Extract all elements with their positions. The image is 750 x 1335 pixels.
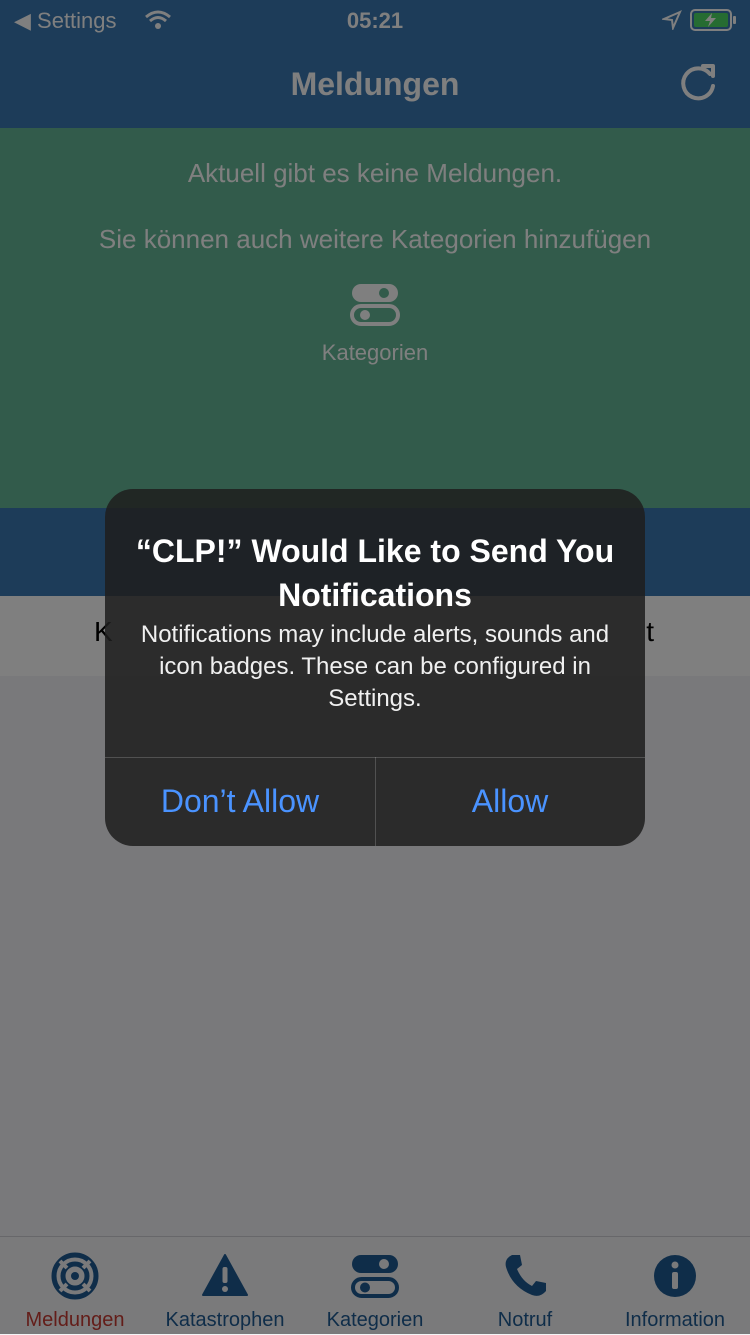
allow-button[interactable]: Allow <box>375 757 645 846</box>
dont-allow-button[interactable]: Don’t Allow <box>105 757 375 846</box>
notification-permission-alert: “CLP!” Would Like to Send You Notificati… <box>105 489 645 846</box>
alert-message: Notifications may include alerts, sounds… <box>140 621 610 712</box>
alert-title: “CLP!” Would Like to Send You Notificati… <box>135 533 615 613</box>
